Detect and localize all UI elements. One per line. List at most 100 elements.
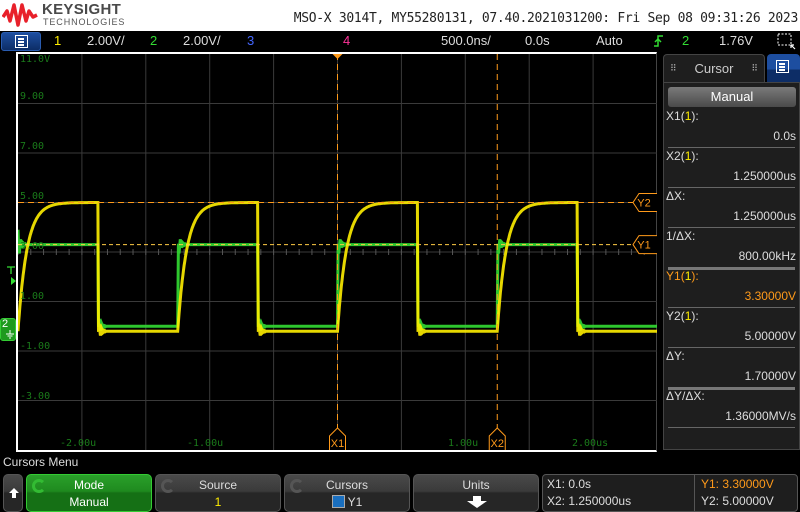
divider — [668, 347, 795, 348]
cursor-panel: ⠿ Cursor ⠿ Manual X1(1): 0.0s X2(1): 1.2… — [661, 52, 800, 450]
cursor-x2-marker-label: X2 — [491, 438, 504, 450]
zoom-selection-icon[interactable] — [777, 33, 797, 50]
trigger-level-marker[interactable] — [6, 266, 18, 288]
divider — [668, 227, 795, 228]
x-label: 1.00u — [448, 438, 479, 449]
channel-3-label[interactable]: 3 — [247, 33, 254, 48]
row-value: 1.250000us — [733, 209, 796, 223]
y-label: -1.00 — [20, 341, 51, 352]
divider — [668, 187, 795, 188]
softkey-value: 1 — [214, 495, 222, 509]
panel-menu-button[interactable] — [767, 54, 800, 82]
divider — [668, 147, 795, 148]
row-value: 3.30000V — [744, 289, 796, 303]
softkey-title: Source — [198, 478, 238, 492]
mode-softkey[interactable]: Mode Manual — [26, 474, 152, 512]
instrument-info: MSO-X 3014T, MY55280131, 07.40.202103120… — [293, 11, 799, 26]
x-label: 2.00us — [572, 438, 609, 449]
channel-1-label[interactable]: 1 — [54, 33, 61, 48]
status-bar: 1 2.00V/ 2 2.00V/ 3 4 500.0ns/ 0.0s Auto… — [0, 31, 800, 51]
row-label: X1 — [666, 109, 681, 123]
instrument-header: KEYSIGHT TECHNOLOGIES MSO-X 3014T, MY552… — [0, 0, 800, 31]
row-value: 800.00kHz — [738, 249, 796, 263]
cursor-y2-marker-label: Y2 — [637, 198, 650, 210]
channel-2-scale[interactable]: 2.00V/ — [183, 33, 221, 48]
x-label: -1.00u — [187, 438, 224, 449]
y-label: 1.00 — [20, 291, 45, 302]
menu-title: Cursors Menu — [3, 455, 79, 469]
y-label: 9.00 — [20, 91, 45, 102]
trigger-source[interactable]: 2 — [682, 33, 689, 48]
y-label: 3.00 — [20, 241, 45, 252]
brand-subtitle: TECHNOLOGIES — [43, 17, 126, 27]
row-value: 5.00000V — [744, 329, 796, 343]
row-value: 1.70000V — [744, 369, 796, 383]
readout-x2: X2: 1.250000us — [547, 494, 632, 508]
channel-2-label[interactable]: 2 — [150, 33, 157, 48]
cursor-selected-label: Y1 — [347, 495, 363, 509]
readout-x1: X1: 0.0s — [547, 477, 592, 491]
row-source: 1 — [684, 109, 692, 123]
brand-name: KEYSIGHT — [42, 1, 122, 18]
softkey-value: Y1 — [285, 495, 409, 509]
trigger-time-marker — [332, 54, 343, 59]
ground-icon — [6, 330, 14, 339]
cursor-y1-marker-label: Y1 — [637, 240, 650, 252]
main-menu-button[interactable] — [1, 32, 41, 51]
timebase-scale[interactable]: 500.0ns/ — [441, 33, 491, 48]
row-label: ΔY/ΔX: — [666, 389, 705, 403]
cursor-tab-label: Cursor — [694, 61, 734, 76]
softkey-value: Manual — [69, 495, 109, 509]
cursor-panel-body: Manual X1(1): 0.0s X2(1): 1.250000us ΔX:… — [663, 82, 800, 450]
readout-y2: Y2: 5.00000V — [701, 494, 774, 508]
keysight-logo-icon — [2, 3, 38, 27]
divider — [668, 307, 795, 308]
cursors-softkey[interactable]: Cursors Y1 — [284, 474, 410, 512]
x-label: -2.00u — [60, 438, 97, 449]
arrow-up-icon — [9, 488, 19, 498]
source-softkey[interactable]: Source 1 — [155, 474, 281, 512]
trigger-mode[interactable]: Auto — [596, 33, 623, 48]
row-value: 1.250000us — [733, 169, 796, 183]
row-value: 0.0s — [773, 129, 796, 143]
row-source: 1 — [684, 309, 692, 323]
channel-2-marker-label: 2 — [2, 318, 9, 330]
time-delay[interactable]: 0.0s — [525, 33, 550, 48]
menu-icon — [15, 35, 28, 48]
channel-1-scale[interactable]: 2.00V/ — [87, 33, 125, 48]
back-up-button[interactable] — [3, 474, 23, 512]
readout-y1: Y1: 3.30000V — [701, 477, 774, 491]
cursor-selected-checkbox — [331, 495, 345, 508]
softkey-menu: Cursors Menu Mode Manual Source 1 Cursor… — [0, 452, 800, 512]
divider — [694, 475, 695, 511]
cursor-mode-button[interactable]: Manual — [668, 87, 796, 107]
menu-icon — [776, 60, 789, 73]
row-label: X2 — [666, 149, 681, 163]
row-source: 1 — [684, 149, 692, 163]
cursor-tab[interactable]: ⠿ Cursor ⠿ — [663, 54, 765, 82]
cursor-readout: X1: 0.0s X2: 1.250000us Y1: 3.30000V Y2:… — [542, 474, 798, 512]
cursor-x1-marker-label: X1 — [331, 438, 344, 450]
y-label: -3.00 — [20, 391, 51, 402]
y-label: 11.0V — [20, 54, 51, 65]
divider — [668, 427, 795, 428]
trigger-level[interactable]: 1.76V — [719, 33, 753, 48]
units-softkey[interactable]: Units — [413, 474, 539, 512]
channel-4-label[interactable]: 4 — [343, 33, 350, 48]
softkey-title: Cursors — [325, 478, 368, 492]
row-label: 1/ΔX: — [666, 229, 696, 243]
row-label: Y2 — [666, 309, 681, 323]
row-source: 1 — [684, 269, 692, 283]
softkey-title: Units — [462, 478, 490, 492]
waveform-plot: X1 X2 Y2 Y1 — [18, 54, 657, 450]
y-label: 7.00 — [20, 141, 45, 152]
row-value: 1.36000MV/s — [725, 409, 796, 423]
row-label: Y1 — [666, 269, 681, 283]
y-label: 5.00 — [20, 191, 45, 202]
softkey-title: Mode — [73, 478, 105, 492]
rising-edge-trigger-icon — [654, 35, 663, 47]
row-label: ΔX: — [666, 189, 686, 203]
arrow-down-icon — [467, 496, 487, 508]
channel-2-ground-marker[interactable]: 2 — [0, 318, 16, 341]
row-label: ΔY: — [666, 349, 685, 363]
